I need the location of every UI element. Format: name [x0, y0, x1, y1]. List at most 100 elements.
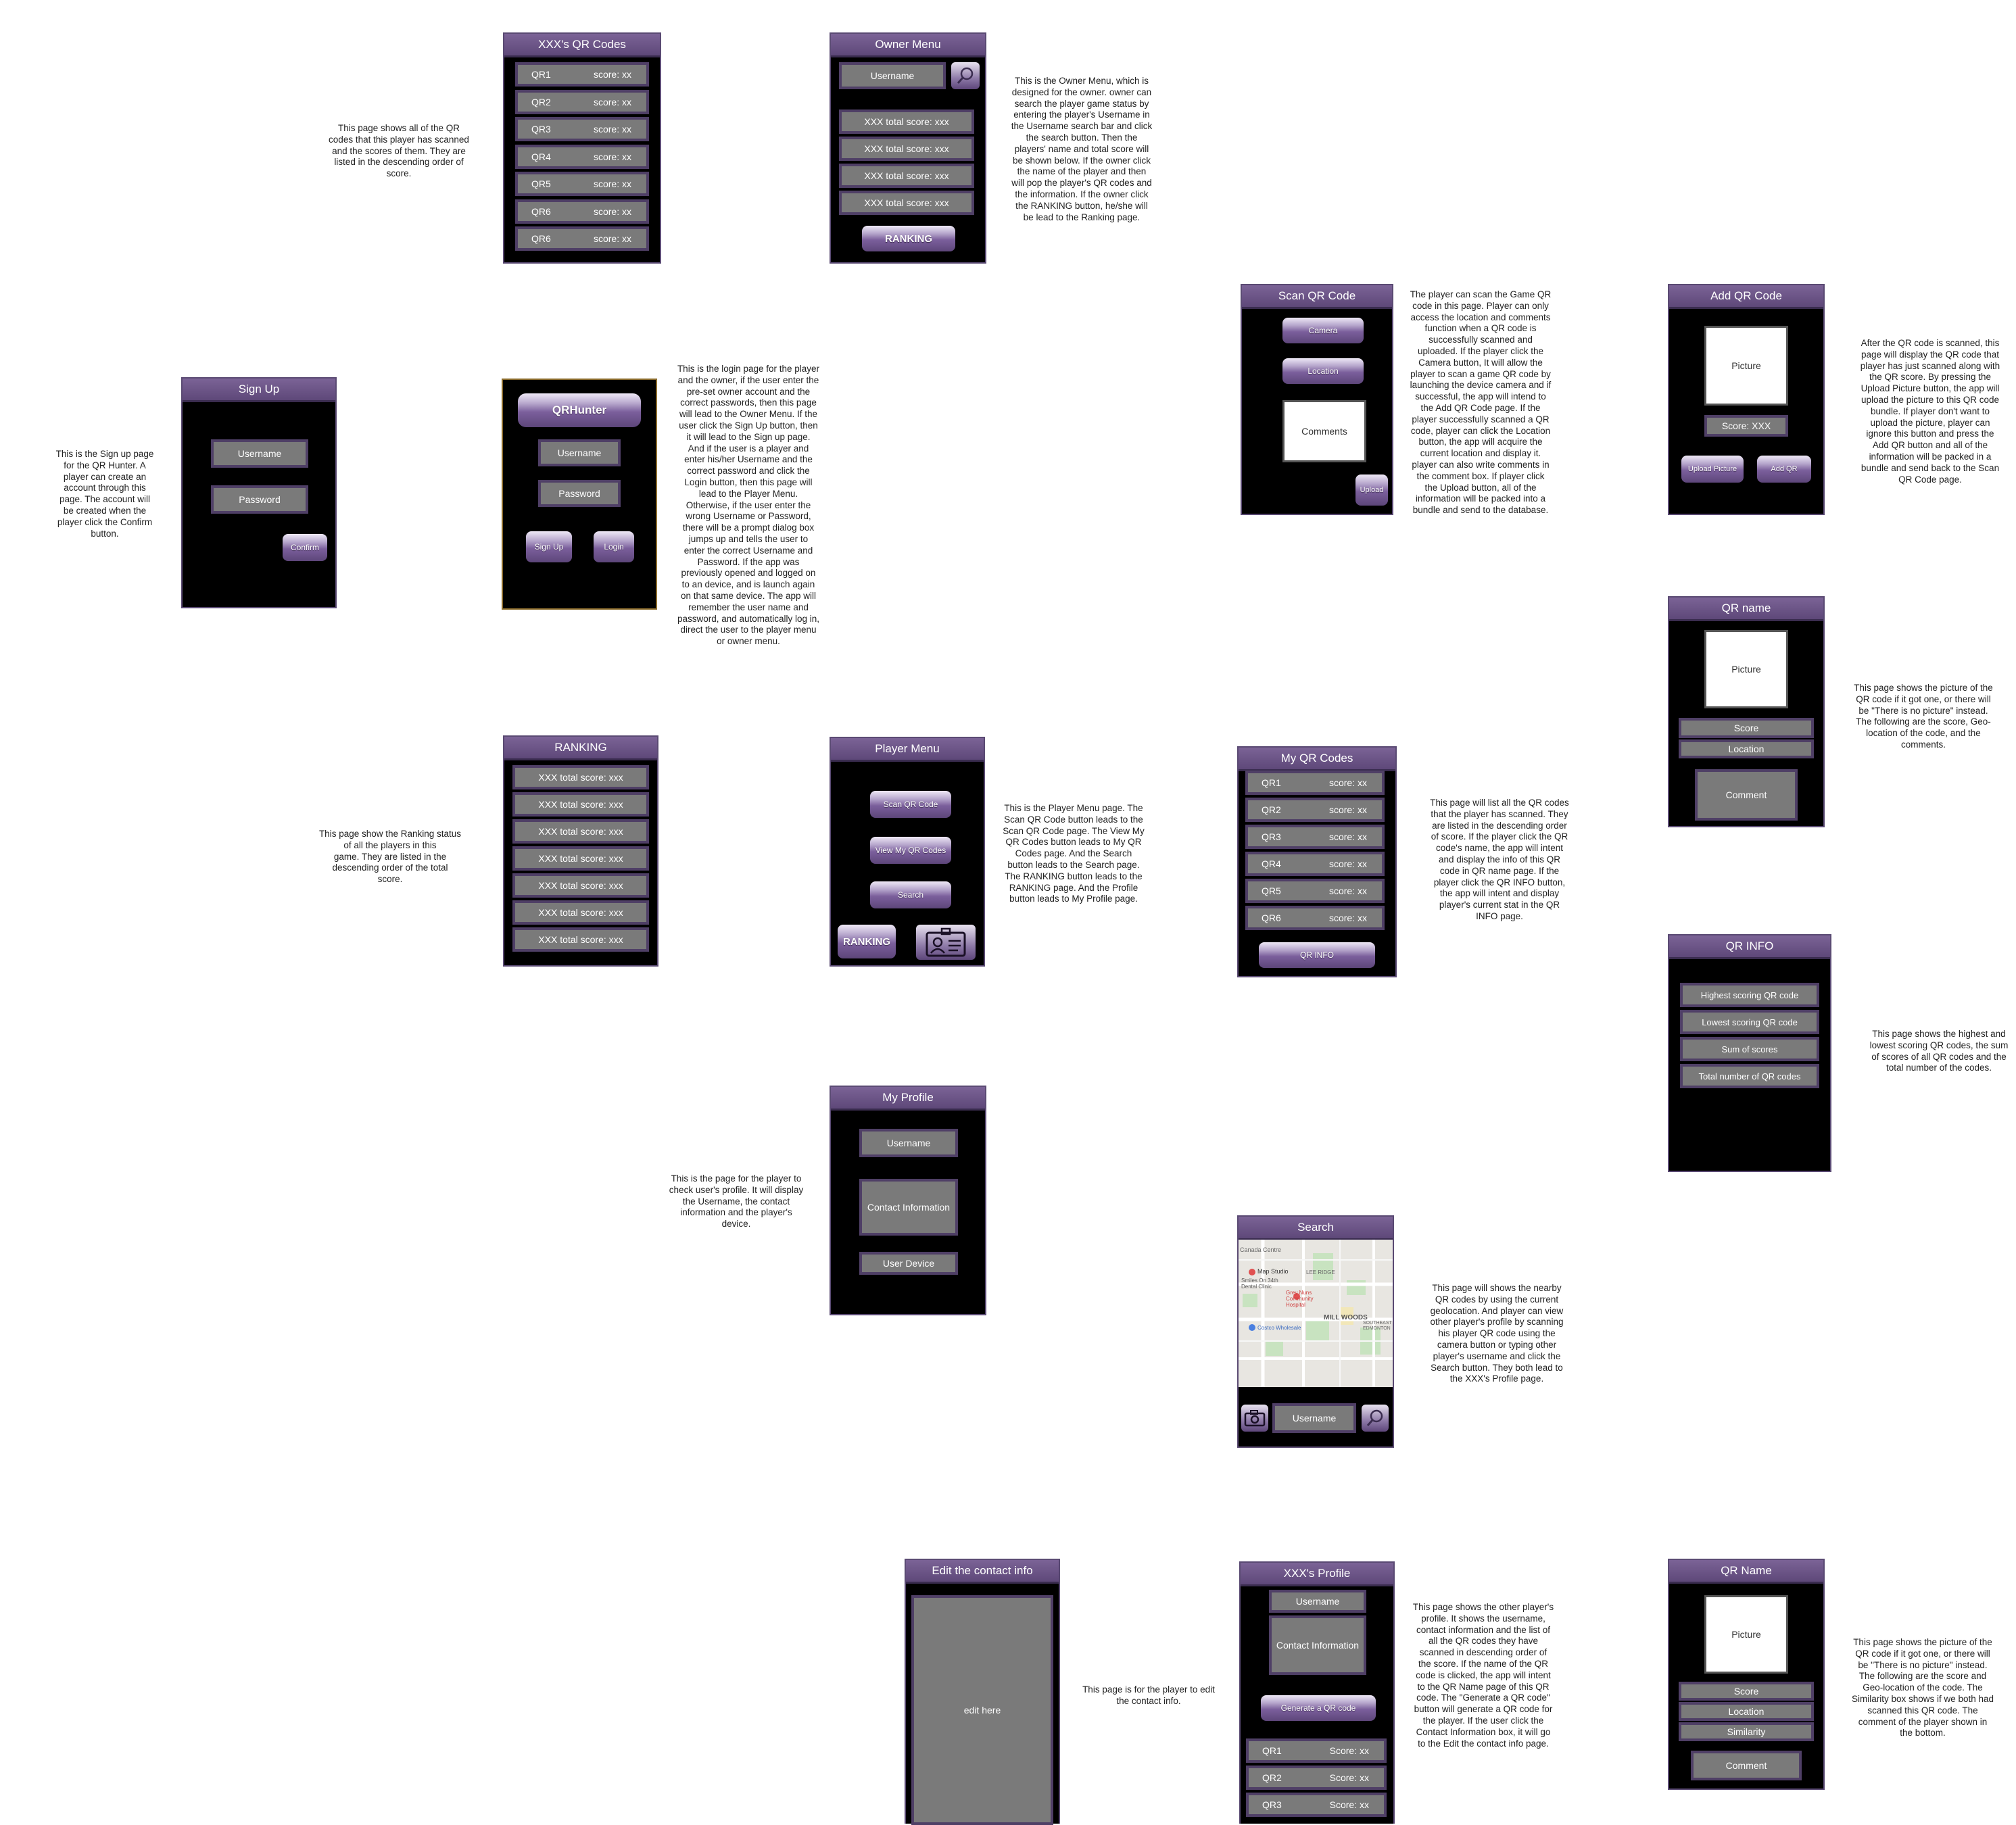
- screen-xxx-profile: XXX's Profile Username Contact Informati…: [1239, 1561, 1395, 1824]
- player-score-row[interactable]: XXX total score: xxx: [839, 191, 974, 215]
- edit-contact-field[interactable]: edit here: [911, 1595, 1053, 1825]
- qr-list-row[interactable]: QR2 Score: xx: [1246, 1766, 1387, 1790]
- description-line: The RANKING button leads to the: [1005, 871, 1143, 881]
- ranking-row[interactable]: XXX total score: xxx: [512, 846, 649, 871]
- description-line: This page will list all the QR codes: [1430, 798, 1569, 808]
- qr-name: QR5: [1262, 885, 1281, 896]
- player-score-row[interactable]: XXX total score: xxx: [839, 164, 974, 188]
- description-line: QR Code page.: [1898, 474, 1962, 485]
- username-search-input[interactable]: Username: [1272, 1403, 1356, 1433]
- qr-list-row[interactable]: QR3 score: xx: [1245, 825, 1385, 849]
- add-qr-button[interactable]: Add QR: [1757, 456, 1811, 483]
- ranking-row[interactable]: XXX total score: xxx: [512, 819, 649, 844]
- camera-icon: [1244, 1410, 1266, 1427]
- password-field[interactable]: Password: [538, 480, 621, 507]
- similarity-field: Similarity: [1679, 1722, 1814, 1741]
- search-button[interactable]: [951, 62, 980, 89]
- description-line: of all the players in this: [343, 840, 437, 850]
- sign-up-button[interactable]: Sign Up: [526, 531, 572, 562]
- description-line: be created when the: [63, 505, 147, 516]
- qr-score: Score: xx: [1329, 1772, 1369, 1783]
- comments-box[interactable]: Comments: [1282, 400, 1366, 462]
- description-line: correct passwords, then this page: [680, 397, 817, 408]
- view-my-qr-codes-button[interactable]: View My QR Codes: [870, 837, 951, 864]
- ranking-row[interactable]: XXX total score: xxx: [512, 927, 649, 952]
- description-line: The player can scan the Game QR: [1410, 289, 1552, 299]
- qr-score: score: xx: [1328, 858, 1367, 869]
- qr-list-row[interactable]: QR1 Score: xx: [1246, 1738, 1387, 1763]
- contact-information-field[interactable]: Contact Information: [1269, 1615, 1366, 1675]
- ranking-button[interactable]: RANKING: [862, 226, 955, 251]
- description-line: This page shows all of the QR: [337, 123, 460, 133]
- qr-list-row[interactable]: QR5 score: xx: [515, 172, 649, 196]
- login-button[interactable]: Login: [594, 531, 634, 562]
- username-field[interactable]: Username: [211, 439, 308, 468]
- qr-list-row[interactable]: QR3 Score: xx: [1246, 1793, 1387, 1817]
- upload-picture-button[interactable]: Upload Picture: [1681, 456, 1744, 483]
- search-button[interactable]: Search: [870, 881, 951, 908]
- description-line: will pop the player's QR codes and: [1011, 178, 1152, 189]
- qr-list-row[interactable]: QR2 score: xx: [515, 89, 649, 114]
- player-score-row[interactable]: XXX total score: xxx: [839, 110, 974, 134]
- username-search-input[interactable]: Username: [839, 62, 946, 89]
- qr-list-row[interactable]: QR6 score: xx: [515, 226, 649, 251]
- description-line: This is the Owner Menu, which is: [1014, 76, 1149, 86]
- description-line: lowest scoring QR codes, the sum: [1869, 1040, 2009, 1050]
- profile-button[interactable]: [916, 925, 976, 960]
- qr-list-row[interactable]: QR4 score: xx: [1245, 852, 1385, 876]
- description-line: QR code if it got one, or there will: [1856, 694, 1991, 704]
- confirm-button[interactable]: Confirm: [283, 534, 327, 561]
- qr-list-row[interactable]: QR1 score: xx: [1245, 771, 1385, 795]
- contact-information-field[interactable]: Contact Information: [859, 1179, 958, 1236]
- score-field: Score: [1679, 718, 1814, 738]
- screen-title: Edit the contact info: [906, 1560, 1059, 1584]
- map-label: Smiles On 34th Dental Clinic: [1241, 1278, 1278, 1290]
- description-line: designed for the owner. owner can: [1011, 87, 1152, 97]
- ranking-row[interactable]: XXX total score: xxx: [512, 765, 649, 789]
- ranking-button[interactable]: RANKING: [838, 925, 896, 958]
- qr-name: QR1: [1262, 1745, 1282, 1756]
- qr-list-row[interactable]: QR6 score: xx: [1245, 906, 1385, 930]
- description-line: This page shows the picture of the: [1853, 1637, 1992, 1647]
- ranking-row[interactable]: XXX total score: xxx: [512, 792, 649, 817]
- qr-name: QR2: [531, 96, 551, 107]
- description-line: to an device, and is launch again: [681, 579, 815, 590]
- description-line: Camera button, It will allow the: [1418, 357, 1543, 368]
- password-field[interactable]: Password: [211, 485, 308, 514]
- description-my-profile: This is the page for the player to check …: [664, 1173, 809, 1230]
- screen-add-qr-code: Add QR Code Picture Score: XXX Upload Pi…: [1668, 284, 1825, 515]
- qr-list-row[interactable]: QR5 score: xx: [1245, 879, 1385, 903]
- qr-info-button[interactable]: QR INFO: [1259, 942, 1375, 968]
- description-line: player can create an: [63, 471, 147, 482]
- generate-qr-code-button[interactable]: Generate a QR code: [1261, 1695, 1376, 1721]
- upload-button[interactable]: Upload: [1355, 474, 1388, 506]
- map-view[interactable]: Canada Centre Map Studio Smiles On 34th …: [1239, 1240, 1393, 1387]
- username-field: Username: [859, 1129, 958, 1157]
- screen-title: RANKING: [504, 737, 657, 760]
- ranking-row[interactable]: XXX total score: xxx: [512, 873, 649, 898]
- username-field[interactable]: Username: [538, 439, 621, 466]
- scan-qr-code-button[interactable]: Scan QR Code: [870, 791, 951, 818]
- camera-button[interactable]: Camera: [1282, 318, 1364, 343]
- qr-name: QR2: [1262, 804, 1281, 815]
- qr-list-row[interactable]: QR3 score: xx: [515, 117, 649, 141]
- magnifier-icon: [957, 67, 974, 84]
- description-line: This page show the Ranking status: [318, 829, 462, 839]
- description-line: other player's profile by scanning: [1430, 1317, 1564, 1328]
- description-line: button leads to My Profile page.: [1009, 894, 1138, 904]
- ranking-row[interactable]: XXX total score: xxx: [512, 900, 649, 925]
- player-score-row[interactable]: XXX total score: xxx: [839, 137, 974, 161]
- map-label: Canada Centre: [1240, 1246, 1282, 1253]
- description-line: QR Codes button leads to My QR: [1005, 837, 1142, 848]
- camera-button[interactable]: [1241, 1405, 1268, 1432]
- search-button[interactable]: [1362, 1405, 1389, 1432]
- description-qr-info: This page shows the highest and lowest sc…: [1865, 1029, 2013, 1074]
- qr-list-row[interactable]: QR4 score: xx: [515, 144, 649, 169]
- description-line: the Username, the contact: [682, 1196, 790, 1207]
- qr-list-row[interactable]: QR1 score: xx: [515, 62, 649, 87]
- description-line: player successfully scanned a QR: [1412, 414, 1550, 424]
- score-field: Score: [1679, 1682, 1814, 1701]
- location-button[interactable]: Location: [1282, 358, 1364, 384]
- qr-list-row[interactable]: QR6 score: xx: [515, 199, 649, 224]
- qr-list-row[interactable]: QR2 score: xx: [1245, 798, 1385, 822]
